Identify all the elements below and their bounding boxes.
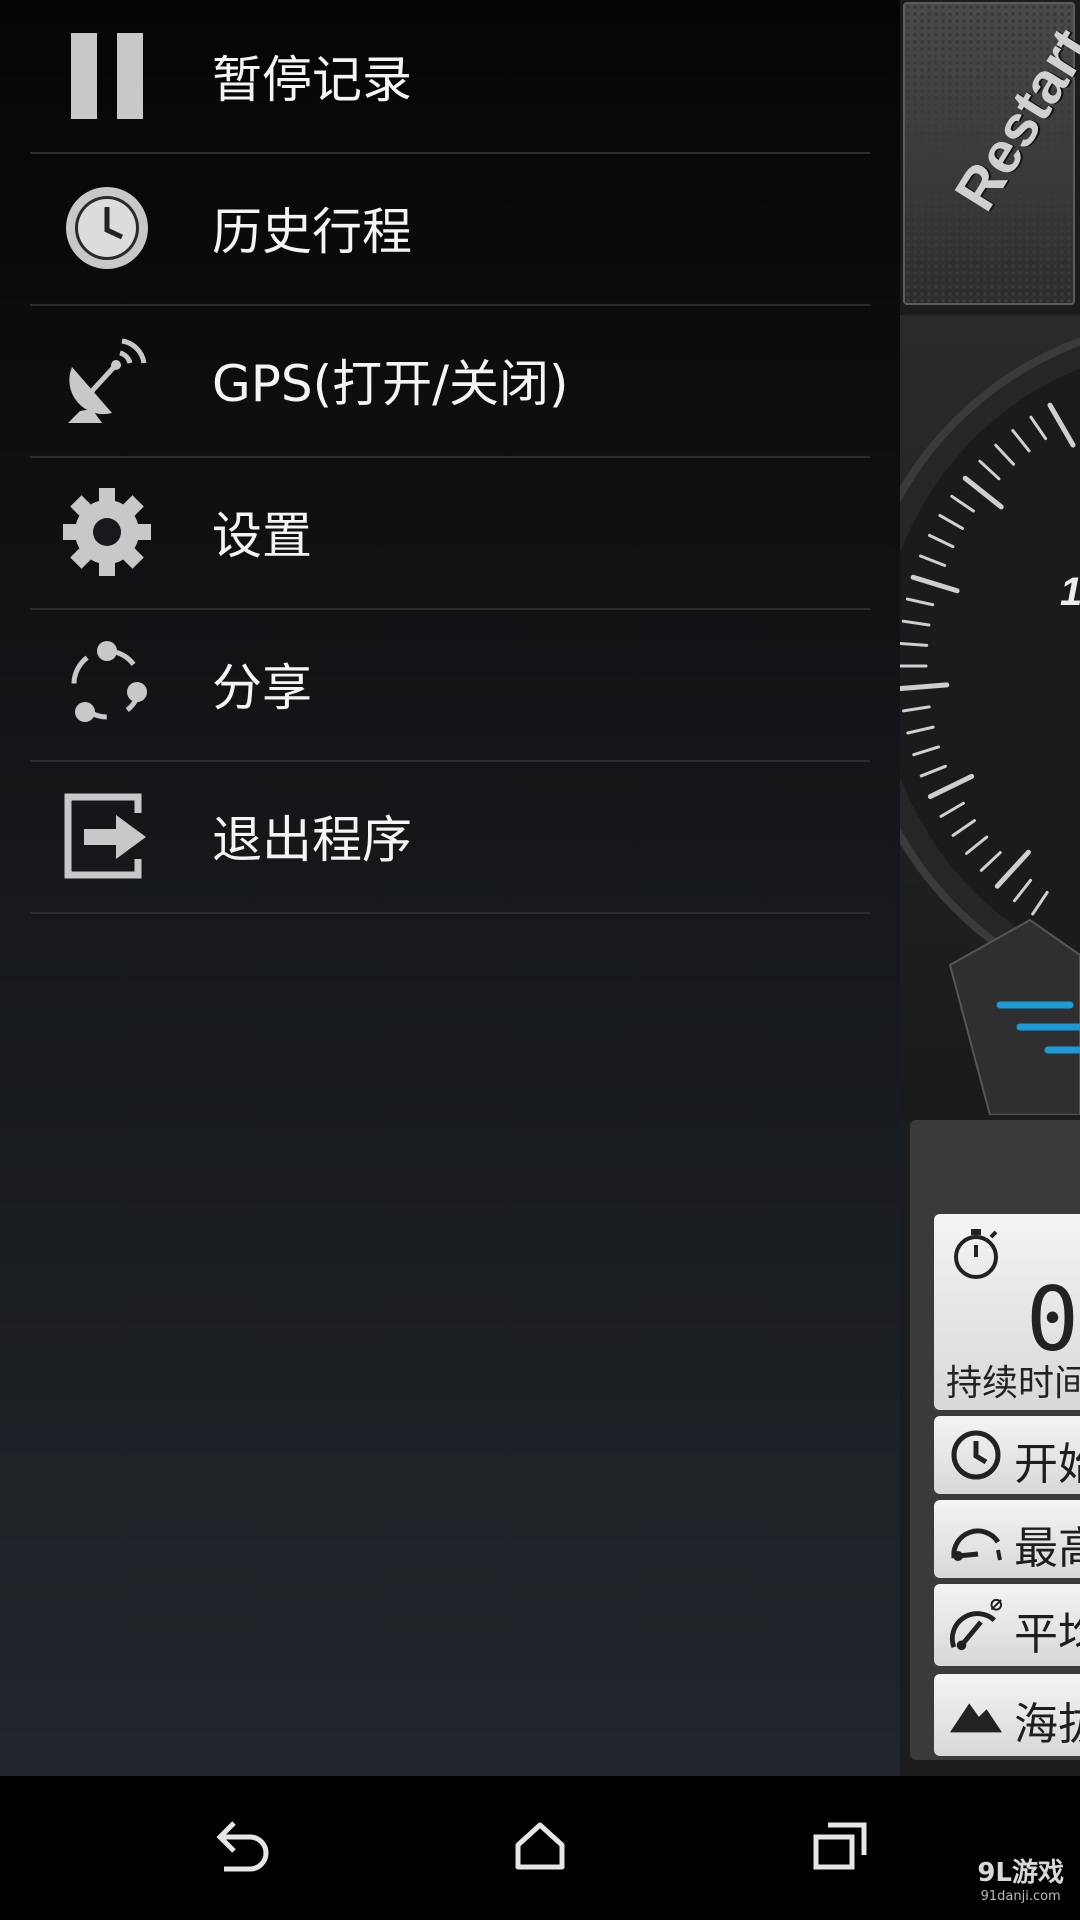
watermark-logo-text: 9L游戏 <box>977 1858 1064 1888</box>
gauge-dial-graphic: 1 <box>900 337 1080 1115</box>
gauge-tick <box>900 642 929 647</box>
menu-item-share[interactable]: 分享 <box>30 608 870 762</box>
start-time-label: 开始 <box>1014 1439 1080 1490</box>
menu-item-exit-app[interactable]: 退出程序 <box>30 760 870 914</box>
menu-item-gps-toggle[interactable]: GPS(打开/关闭) <box>30 304 870 458</box>
avg-speed-label: 平均 <box>1014 1609 1080 1660</box>
menu-item-label: 历史行程 <box>212 203 412 261</box>
altitude-card: 海拔 <box>934 1674 1080 1756</box>
back-button[interactable] <box>195 1806 285 1890</box>
recents-icon <box>812 1821 868 1875</box>
mountain-icon <box>948 1687 1004 1743</box>
menu-item-label: 设置 <box>212 507 312 565</box>
menu-item-settings[interactable]: 设置 <box>30 456 870 610</box>
duration-label: 持续时间 <box>946 1363 1080 1404</box>
menu-item-label: 分享 <box>212 659 312 717</box>
start-time-card: 开始 <box>934 1416 1080 1494</box>
altitude-label: 海拔 <box>1014 1699 1080 1750</box>
avg-speed-gauge-icon <box>948 1597 1004 1653</box>
site-watermark: 9L游戏 91danji.com <box>977 1852 1064 1904</box>
avg-speed-card: 平均 <box>934 1584 1080 1666</box>
menu-item-label: GPS(打开/关闭) <box>212 355 569 413</box>
share-icon <box>62 639 152 729</box>
satellite-dish-icon <box>62 335 152 425</box>
duration-card: 0 持续时间 <box>934 1214 1080 1410</box>
menu-item-label: 暂停记录 <box>212 51 412 109</box>
home-icon <box>514 1821 566 1875</box>
recents-button[interactable] <box>795 1806 885 1890</box>
restart-label: Restart <box>942 17 1080 222</box>
svg-text:1: 1 <box>1060 570 1080 614</box>
exit-icon <box>62 791 152 881</box>
restart-button[interactable]: Restart <box>903 2 1080 305</box>
gear-icon <box>62 487 152 577</box>
pause-icon <box>62 31 152 121</box>
menu-item-pause-recording[interactable]: 暂停记录 <box>30 0 870 154</box>
max-speed-gauge-icon <box>948 1511 1004 1567</box>
menu-item-label: 退出程序 <box>212 811 412 869</box>
clock-icon <box>948 1427 1004 1483</box>
clock-icon <box>62 183 152 273</box>
max-speed-card: 最高 <box>934 1500 1080 1578</box>
home-button[interactable] <box>495 1806 585 1890</box>
max-speed-label: 最高 <box>1014 1523 1080 1574</box>
watermark-url: 91danji.com <box>980 1889 1061 1904</box>
system-navigation-bar <box>0 1776 1080 1920</box>
back-icon <box>210 1819 270 1877</box>
stopwatch-icon <box>948 1226 1004 1282</box>
speedometer-gauge: 1 <box>900 315 1080 1115</box>
navigation-drawer: 暂停记录 历史行程 GPS(打开/关闭) 设置 分享 退出程序 <box>0 0 900 1776</box>
menu-item-trip-history[interactable]: 历史行程 <box>30 152 870 306</box>
